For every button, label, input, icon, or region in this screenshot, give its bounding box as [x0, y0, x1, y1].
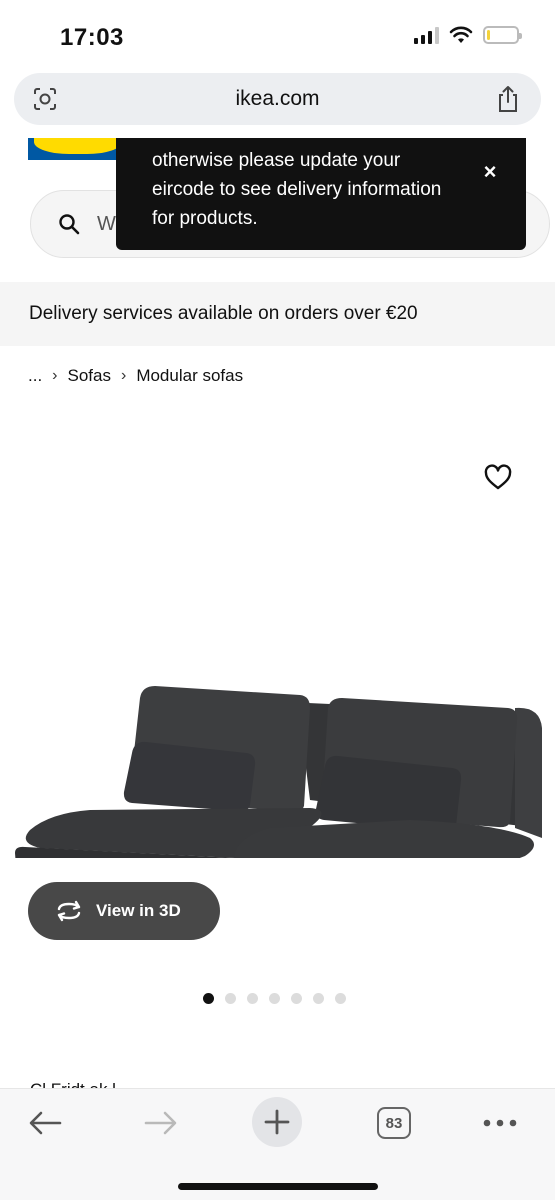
breadcrumb: ... › Sofas › Modular sofas	[28, 366, 243, 386]
carousel-dot[interactable]	[225, 993, 236, 1004]
cut-off-product-text: Cl Fridt ak l	[30, 1080, 116, 1088]
rotate-3d-icon	[57, 900, 81, 922]
heart-icon[interactable]	[484, 464, 512, 492]
more-icon	[483, 1119, 517, 1127]
wifi-icon	[449, 26, 473, 43]
delivery-banner: Delivery services available on orders ov…	[0, 282, 555, 346]
breadcrumb-ellipsis[interactable]: ...	[28, 366, 42, 386]
battery-icon	[483, 26, 522, 44]
new-tab-button[interactable]	[252, 1097, 302, 1147]
status-time: 17:03	[60, 24, 124, 51]
carousel-dot[interactable]	[203, 993, 214, 1004]
back-button[interactable]	[22, 1103, 68, 1143]
tabs-button[interactable]: 83	[376, 1103, 412, 1143]
home-indicator[interactable]	[178, 1183, 378, 1190]
bottom-toolbar: 83	[0, 1088, 555, 1200]
search-icon	[59, 214, 80, 235]
carousel-dot[interactable]	[291, 993, 302, 1004]
address-bar[interactable]: ikea.com	[14, 73, 541, 125]
carousel-dot[interactable]	[247, 993, 258, 1004]
delivery-banner-text: Delivery services available on orders ov…	[29, 303, 418, 324]
toast-message: otherwise please update your eircode to …	[152, 150, 442, 229]
chevron-right-icon: ›	[52, 367, 58, 384]
back-arrow-icon	[29, 1111, 62, 1135]
carousel-dot[interactable]	[269, 993, 280, 1004]
tabs-icon: 83	[377, 1107, 411, 1139]
more-button[interactable]	[480, 1103, 520, 1143]
view-in-3d-label: View in 3D	[96, 901, 181, 920]
chevron-right-icon: ›	[120, 367, 127, 384]
cellular-signal-icon	[414, 26, 439, 44]
web-page: W otherwise please update your eircode t…	[0, 138, 555, 1088]
view-in-3d-button[interactable]: View in 3D	[28, 882, 220, 940]
url-text[interactable]: ikea.com	[14, 87, 541, 111]
breadcrumb-modular-sofas[interactable]: Modular sofas	[136, 366, 243, 386]
ikea-logo[interactable]	[28, 138, 128, 160]
breadcrumb-sofas[interactable]: Sofas	[68, 366, 111, 386]
forward-arrow-icon	[144, 1111, 177, 1135]
status-icons	[414, 26, 522, 44]
close-icon[interactable]: ×	[480, 161, 500, 183]
plus-icon	[264, 1109, 290, 1135]
share-icon[interactable]	[495, 85, 521, 113]
carousel-dot[interactable]	[313, 993, 324, 1004]
tab-count: 83	[385, 1114, 403, 1132]
forward-button[interactable]	[138, 1103, 184, 1143]
product-image-sofa[interactable]	[10, 538, 546, 858]
carousel-dots	[203, 993, 346, 1004]
search-placeholder: W	[97, 213, 116, 235]
carousel-dot[interactable]	[335, 993, 346, 1004]
status-bar: 17:03	[0, 0, 555, 70]
delivery-toast: otherwise please update your eircode to …	[116, 138, 526, 250]
